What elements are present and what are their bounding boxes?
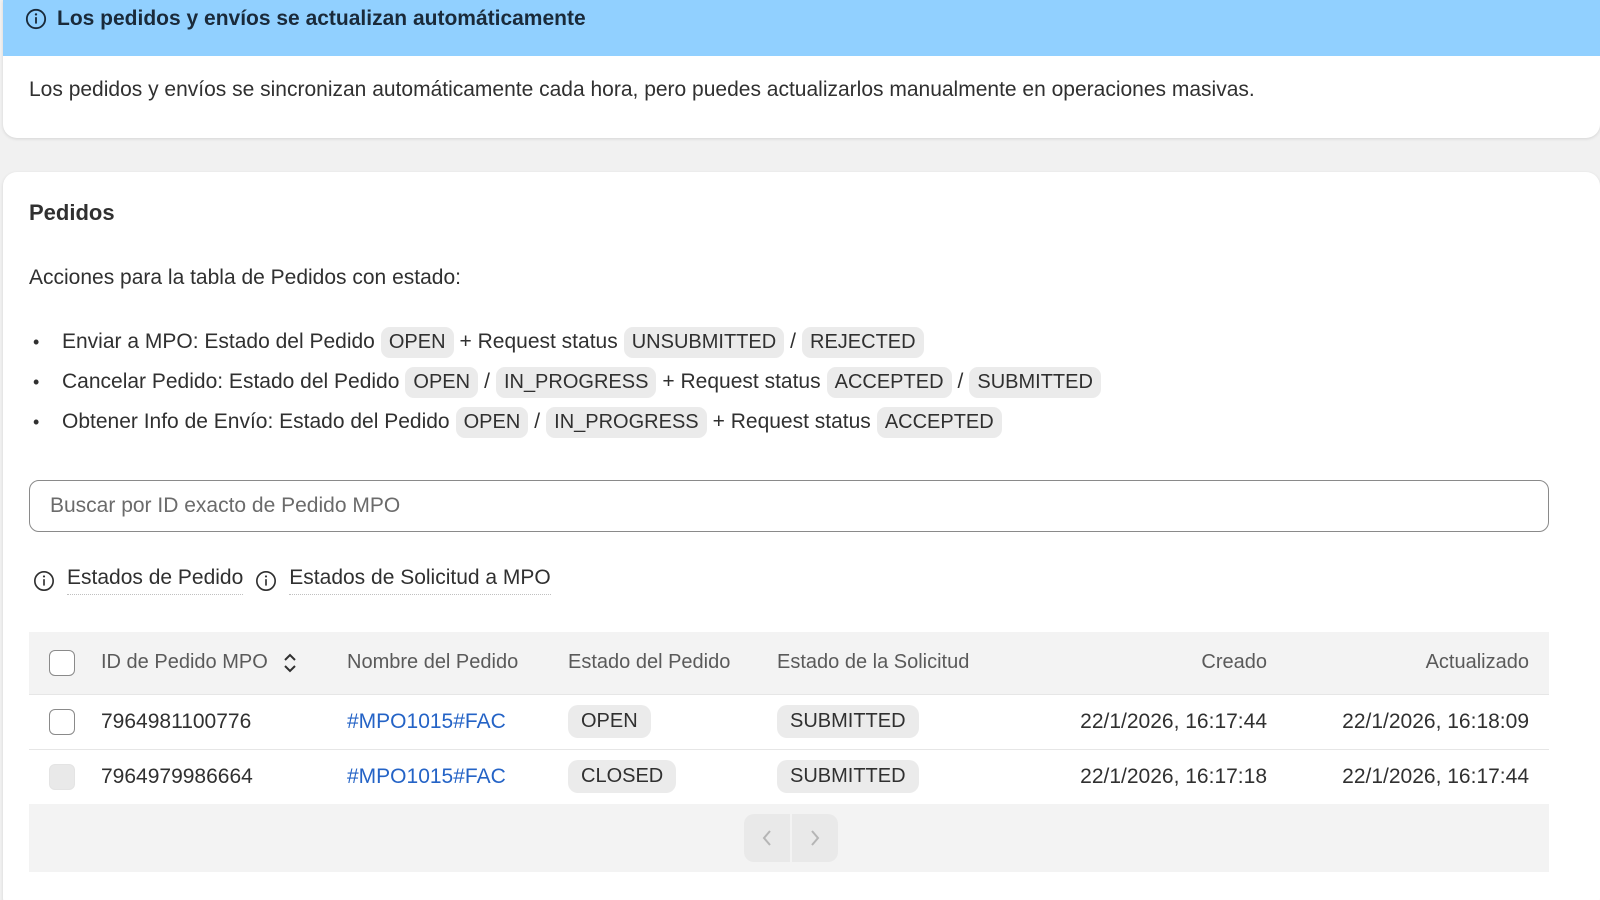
table-body: 7964981100776 #MPO1015#FAC OPEN SUBMITTE…: [29, 694, 1549, 804]
state-chip: IN_PROGRESS: [546, 406, 707, 438]
row-checkbox-disabled: [49, 763, 75, 790]
info-banner-title: Los pedidos y envíos se actualizan autom…: [57, 7, 586, 30]
column-header-created: Creado: [1201, 651, 1267, 674]
table-row[interactable]: 7964981100776 #MPO1015#FAC OPEN SUBMITTE…: [29, 694, 1549, 749]
order-name-cell: #MPO1015#FAC: [347, 749, 568, 804]
column-header-id-label: ID de Pedido MPO: [101, 651, 268, 674]
info-icon: [25, 8, 47, 30]
orders-subtitle: Acciones para la tabla de Pedidos con es…: [29, 266, 461, 289]
order-states-link[interactable]: Estados de Pedido: [33, 566, 244, 595]
state-chip: SUBMITTED: [969, 366, 1101, 398]
column-header-name: Nombre del Pedido: [347, 651, 519, 674]
table-row[interactable]: 7964979986664 #MPO1015#FAC CLOSED SUBMIT…: [29, 749, 1549, 804]
separator: /: [484, 370, 490, 393]
request-state-badge: SUBMITTED: [777, 705, 919, 738]
info-icon: [256, 570, 277, 591]
chevron-left-icon: [762, 830, 771, 846]
row-select-cell: [29, 749, 101, 804]
rule-lead: Obtener Info de Envío: Estado del Pedido: [62, 410, 450, 433]
next-page-button[interactable]: [792, 814, 838, 862]
column-header-request-state: Estado de la Solicitud: [777, 651, 970, 674]
column-header-updated: Actualizado: [1425, 651, 1529, 674]
state-chip: OPEN: [380, 326, 454, 358]
order-state-badge: OPEN: [568, 705, 651, 738]
column-header-id[interactable]: ID de Pedido MPO: [101, 632, 347, 694]
info-banner: Los pedidos y envíos se actualizan autom…: [3, 0, 1600, 138]
request-state-cell: SUBMITTED: [777, 694, 1027, 749]
order-id: 7964979986664: [101, 764, 253, 788]
state-chip: ACCEPTED: [826, 366, 952, 398]
created-date: 22/1/2026, 16:17:18: [1080, 764, 1267, 788]
separator: /: [534, 410, 541, 433]
separator: /: [790, 330, 797, 353]
rule-request-label: + Request status: [662, 370, 821, 393]
order-id: 7964981100776: [101, 709, 252, 733]
select-all-checkbox[interactable]: [49, 649, 75, 676]
state-chip: ACCEPTED: [876, 406, 1002, 438]
table-header: ID de Pedido MPO Nombre del Pedido Estad…: [29, 632, 1549, 694]
previous-page-button[interactable]: [744, 814, 790, 862]
select-all-cell: [29, 632, 101, 694]
action-rules-list: • Enviar a MPO: Estado del Pedido OPEN +…: [29, 322, 1107, 442]
order-state-cell: CLOSED: [568, 749, 777, 804]
table-header-row: ID de Pedido MPO Nombre del Pedido Estad…: [29, 632, 1549, 694]
state-chip: OPEN: [405, 366, 479, 398]
action-rule-cancel: • Cancelar Pedido: Estado del Pedido OPE…: [29, 362, 1107, 402]
info-banner-body: Los pedidos y envíos se sincronizan auto…: [29, 78, 1255, 101]
separator: /: [957, 370, 964, 393]
pagination: [29, 804, 1549, 872]
search-input[interactable]: [29, 480, 1549, 532]
updated-date: 22/1/2026, 16:18:09: [1342, 709, 1529, 733]
order-states-link-label: Estados de Pedido: [67, 566, 244, 595]
request-state-cell: SUBMITTED: [777, 749, 1027, 804]
pagination-buttons: [744, 814, 838, 862]
orders-table: ID de Pedido MPO Nombre del Pedido Estad…: [29, 632, 1549, 805]
request-states-link-label: Estados de Solicitud a MPO: [289, 566, 551, 595]
rule-request-label: + Request status: [712, 410, 871, 433]
request-states-link[interactable]: Estados de Solicitud a MPO: [255, 566, 551, 595]
row-checkbox[interactable]: [49, 708, 75, 735]
order-name-link[interactable]: #MPO1015#FAC: [347, 710, 506, 733]
order-state-badge: CLOSED: [568, 760, 677, 793]
updated-date: 22/1/2026, 16:17:44: [1342, 764, 1529, 788]
info-banner-header: Los pedidos y envíos se actualizan autom…: [3, 0, 1600, 56]
state-chip: OPEN: [455, 406, 529, 438]
request-state-badge: SUBMITTED: [777, 760, 919, 793]
rule-request-label: + Request status: [459, 330, 618, 353]
status-legend-links: Estados de Pedido Estados de Solicitud a…: [33, 566, 563, 595]
created-date: 22/1/2026, 16:17:44: [1080, 709, 1267, 733]
bullet: •: [33, 371, 40, 392]
order-name-link[interactable]: #MPO1015#FAC: [347, 765, 506, 788]
bullet: •: [33, 331, 40, 352]
column-header-order-state: Estado del Pedido: [568, 651, 731, 674]
state-chip: UNSUBMITTED: [623, 326, 785, 358]
action-rule-send: • Enviar a MPO: Estado del Pedido OPEN +…: [29, 322, 1107, 362]
orders-title: Pedidos: [29, 200, 115, 225]
sort-icon[interactable]: [283, 653, 297, 673]
order-name-cell: #MPO1015#FAC: [347, 694, 568, 749]
action-rule-shipping: • Obtener Info de Envío: Estado del Pedi…: [29, 402, 1107, 442]
state-chip: REJECTED: [802, 326, 924, 358]
order-state-cell: OPEN: [568, 694, 777, 749]
bullet: •: [33, 411, 40, 432]
rule-lead: Enviar a MPO: Estado del Pedido: [62, 330, 375, 353]
chevron-right-icon: [811, 830, 820, 846]
orders-card: Pedidos Acciones para la tabla de Pedido…: [3, 172, 1600, 900]
orders-table-wrapper: ID de Pedido MPO Nombre del Pedido Estad…: [29, 632, 1549, 805]
info-icon: [34, 570, 54, 591]
row-select-cell: [29, 694, 101, 749]
rule-lead: Cancelar Pedido: Estado del Pedido: [62, 370, 400, 393]
state-chip: IN_PROGRESS: [495, 366, 657, 398]
